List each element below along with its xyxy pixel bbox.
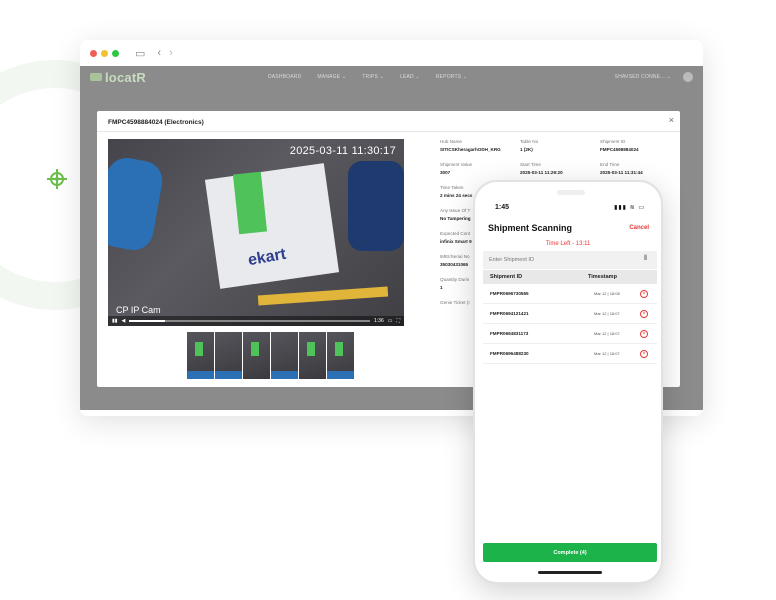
cancel-button[interactable]: Cancel (629, 225, 649, 231)
table-no-label: Table No (520, 139, 539, 144)
nav-item-trips[interactable]: TRIPS ⌄ (362, 74, 384, 80)
volume-icon[interactable]: ◀ (122, 318, 126, 324)
shipment-list: FMPR0696730565 Mar 12 | 18:08 × FMPR0694… (483, 284, 657, 364)
video-camera-label: CP IP Cam (116, 305, 161, 315)
maximize-window-icon[interactable] (112, 49, 119, 57)
video-thumbnail[interactable] (243, 332, 270, 379)
table-row: FMPR0694121421 Mar 12 | 18:07 × (483, 304, 657, 324)
video-worker-right (348, 161, 404, 251)
video-player[interactable]: ekart 2025-03-11 11:30:17 CP IP Cam ▮▮ ◀… (108, 139, 404, 326)
table-no-value: 1 (2K) (520, 147, 533, 152)
nav-item-manage[interactable]: MANAGE ⌄ (317, 74, 346, 80)
time-left-label: Time Left - 13:11 (545, 241, 591, 247)
close-window-icon[interactable] (90, 49, 97, 57)
hub-name-label: Hub Name (440, 139, 462, 144)
video-controls: ▮▮ ◀ 1:36 ▭ ⛶ (108, 316, 404, 326)
shipment-id-input[interactable] (483, 251, 657, 269)
home-indicator (538, 571, 602, 574)
remove-icon[interactable]: × (640, 349, 648, 358)
row-shipment-id: FMPR0694121421 (490, 311, 529, 316)
shipment-value-label: Shipment Value (440, 162, 473, 167)
crosshair-icon (47, 169, 67, 189)
row-timestamp: Mar 12 | 18:07 (594, 351, 620, 356)
nav-item-lead[interactable]: LEAD ⌄ (400, 74, 420, 80)
column-timestamp: Timestamp (588, 274, 617, 280)
top-navbar: locatR DASHBOARD MANAGE ⌄ TRIPS ⌄ LEAD ⌄… (80, 66, 703, 88)
end-time-label: End Time (600, 162, 620, 167)
nav-item-dashboard[interactable]: DASHBOARD (268, 74, 301, 80)
table-row: FMPR0696730565 Mar 12 | 18:08 × (483, 284, 657, 304)
play-icon[interactable]: ▮▮ (112, 318, 118, 324)
user-menu[interactable]: SHAVSED CONNE... ⌄ (615, 74, 671, 80)
complete-button[interactable]: Complete (4) (483, 543, 657, 562)
start-time-value: 2025-03-11 11:29:20 (520, 170, 563, 175)
row-shipment-id: FMPR0694831173 (490, 331, 529, 336)
pip-icon[interactable]: ▭ (388, 318, 393, 324)
fullscreen-icon[interactable]: ⛶ (396, 318, 400, 324)
avatar[interactable] (683, 72, 693, 82)
nav-user-area: SHAVSED CONNE... ⌄ (615, 72, 693, 82)
video-thumbnail[interactable] (327, 332, 354, 379)
row-timestamp: Mar 12 | 18:07 (594, 331, 620, 336)
status-time: 1:45 (495, 204, 510, 211)
app-logo[interactable]: locatR (90, 70, 146, 85)
video-thumbnail[interactable] (271, 332, 298, 379)
table-row: FMPR0694831173 Mar 12 | 18:07 × (483, 324, 657, 344)
video-timestamp: 2025-03-11 11:30:17 (289, 145, 396, 157)
marketing-stage: ▭ ‹ › locatR DASHBOARD MANAGE ⌄ TRIPS ⌄ … (0, 0, 776, 600)
hub-name-value: SITICSKheragarhODH_KRG (440, 147, 501, 152)
end-time-value: 2025-03-11 11:31:44 (600, 170, 643, 175)
browser-toolbar: ▭ ‹ › (80, 40, 703, 66)
remove-icon[interactable]: × (640, 289, 648, 298)
row-shipment-id: FMPR0696730565 (490, 291, 529, 296)
start-time-label: Start Time (520, 162, 541, 167)
table-row: FMPR0696488230 Mar 12 | 18:07 × (483, 344, 657, 364)
video-seekbar[interactable] (129, 320, 371, 322)
shipment-value: 3007 (440, 170, 451, 175)
logo-mark-icon (90, 73, 102, 81)
modal-title: FMPC4598884024 (Electronics) (108, 119, 204, 126)
video-thumbnail[interactable] (215, 332, 242, 379)
close-icon[interactable]: × (669, 115, 674, 125)
row-timestamp: Mar 12 | 18:07 (594, 311, 620, 316)
video-time: 1:36 (374, 318, 384, 324)
nav-menu: DASHBOARD MANAGE ⌄ TRIPS ⌄ LEAD ⌄ REPORT… (268, 74, 467, 80)
video-thumbnail-strip (187, 332, 354, 379)
scan-barcode-icon[interactable]: ⦀ (644, 255, 647, 263)
sidebar-toggle-icon[interactable]: ▭ (135, 47, 145, 60)
nav-item-reports[interactable]: REPORTS ⌄ (436, 74, 467, 80)
back-arrow-icon[interactable]: ‹ (157, 47, 161, 59)
shipment-id-label: Shipment ID (600, 139, 626, 144)
row-timestamp: Mar 12 | 18:08 (594, 291, 620, 296)
logo-text: locatR (105, 69, 146, 85)
phone-device: 1:45 ▮▮▮ ≋ ▭ Shipment Scanning Cancel Ti… (473, 180, 663, 584)
video-package (204, 163, 340, 289)
shipment-id-value: FMPC4598884024 (600, 147, 639, 152)
forward-arrow-icon[interactable]: › (169, 47, 173, 59)
minimize-window-icon[interactable] (101, 49, 108, 57)
column-shipment-id: Shipment ID (490, 274, 523, 280)
status-icons: ▮▮▮ ≋ ▭ (614, 205, 645, 211)
row-shipment-id: FMPR0696488230 (490, 351, 529, 356)
video-thumbnail[interactable] (187, 332, 214, 379)
remove-icon[interactable]: × (640, 329, 648, 338)
shipment-table-header: Shipment ID Timestamp (483, 270, 657, 284)
modal-divider (97, 131, 680, 132)
page-title: Shipment Scanning (488, 223, 573, 233)
remove-icon[interactable]: × (640, 309, 648, 318)
video-thumbnail[interactable] (299, 332, 326, 379)
phone-notch (557, 190, 585, 195)
